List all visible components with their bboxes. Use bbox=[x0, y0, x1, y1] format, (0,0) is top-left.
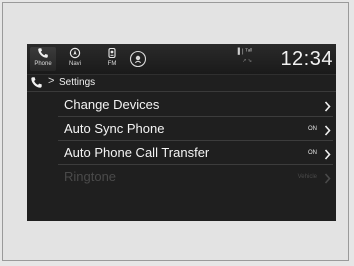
phone-icon bbox=[30, 76, 43, 94]
tab-app[interactable] bbox=[129, 50, 147, 68]
chevron-right-icon bbox=[324, 99, 331, 117]
chevron-right-icon bbox=[324, 123, 331, 141]
list-item-auto-sync-phone[interactable]: Auto Sync Phone ON bbox=[58, 117, 333, 141]
app-icon bbox=[129, 50, 147, 72]
toggle-state: ON bbox=[308, 126, 317, 132]
chevron-right-icon bbox=[324, 171, 331, 189]
status-bar: Phone Navi FM ▌| ᵀᵃˡˡ ↗ ⇘ 12:34 bbox=[27, 44, 336, 75]
tab-navi[interactable]: Navi bbox=[64, 47, 86, 71]
tab-phone-label: Phone bbox=[34, 61, 52, 67]
infotainment-screen: Phone Navi FM ▌| ᵀᵃˡˡ ↗ ⇘ 12:34 > Settin… bbox=[27, 44, 336, 221]
chevron-right-icon bbox=[324, 147, 331, 165]
breadcrumb-separator: > bbox=[48, 75, 55, 87]
connection-indicators: ▌| ᵀᵃˡˡ bbox=[237, 49, 252, 55]
list-item-ringtone: Ringtone Vehicle bbox=[58, 165, 333, 188]
list-item-auto-phone-call-transfer[interactable]: Auto Phone Call Transfer ON bbox=[58, 141, 333, 165]
list-item-state: Vehicle bbox=[297, 174, 317, 180]
tab-fm-label: FM bbox=[107, 61, 117, 67]
list-item-label: Auto Phone Call Transfer bbox=[64, 145, 210, 160]
list-item-change-devices[interactable]: Change Devices bbox=[58, 93, 333, 117]
toggle-state: ON bbox=[308, 150, 317, 156]
signal-indicator-icon: ↗ ⇘ bbox=[242, 58, 252, 64]
breadcrumb: > Settings bbox=[27, 74, 336, 92]
navigation-icon bbox=[64, 47, 86, 61]
tab-fm[interactable]: FM bbox=[101, 47, 123, 71]
breadcrumb-title: Settings bbox=[59, 77, 96, 88]
list-item-label: Change Devices bbox=[64, 97, 160, 112]
tab-phone[interactable]: Phone bbox=[30, 47, 56, 71]
list-item-label: Ringtone bbox=[64, 169, 117, 184]
list-item-label: Auto Sync Phone bbox=[64, 121, 165, 136]
tab-navi-label: Navi bbox=[68, 61, 81, 67]
radio-icon bbox=[101, 47, 123, 61]
clock: 12:34 bbox=[280, 48, 333, 70]
phone-icon bbox=[30, 47, 56, 61]
